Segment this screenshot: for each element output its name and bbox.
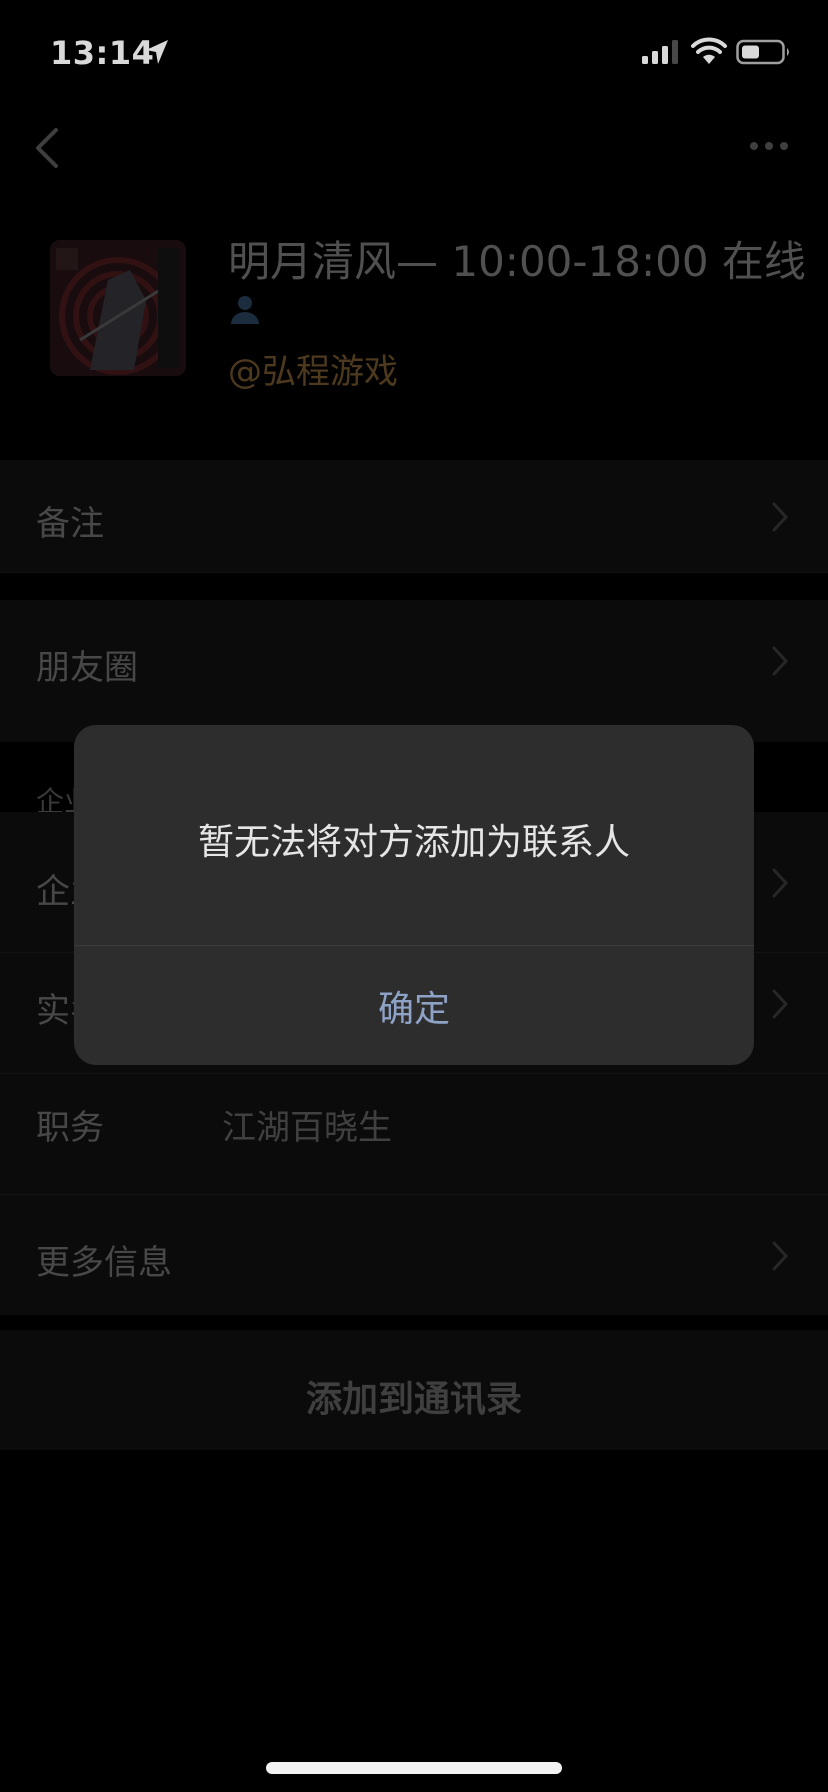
alert-dialog: 暂无法将对方添加为联系人 确定 bbox=[74, 725, 754, 1065]
confirm-button[interactable]: 确定 bbox=[74, 946, 754, 1065]
home-indicator[interactable] bbox=[266, 1762, 562, 1774]
contact-profile-screen: 13:14 明月清风— 10:00-18:00 在线 @弘程游戏 备注 朋友圈 … bbox=[0, 0, 828, 1792]
dialog-message: 暂无法将对方添加为联系人 bbox=[197, 822, 630, 863]
